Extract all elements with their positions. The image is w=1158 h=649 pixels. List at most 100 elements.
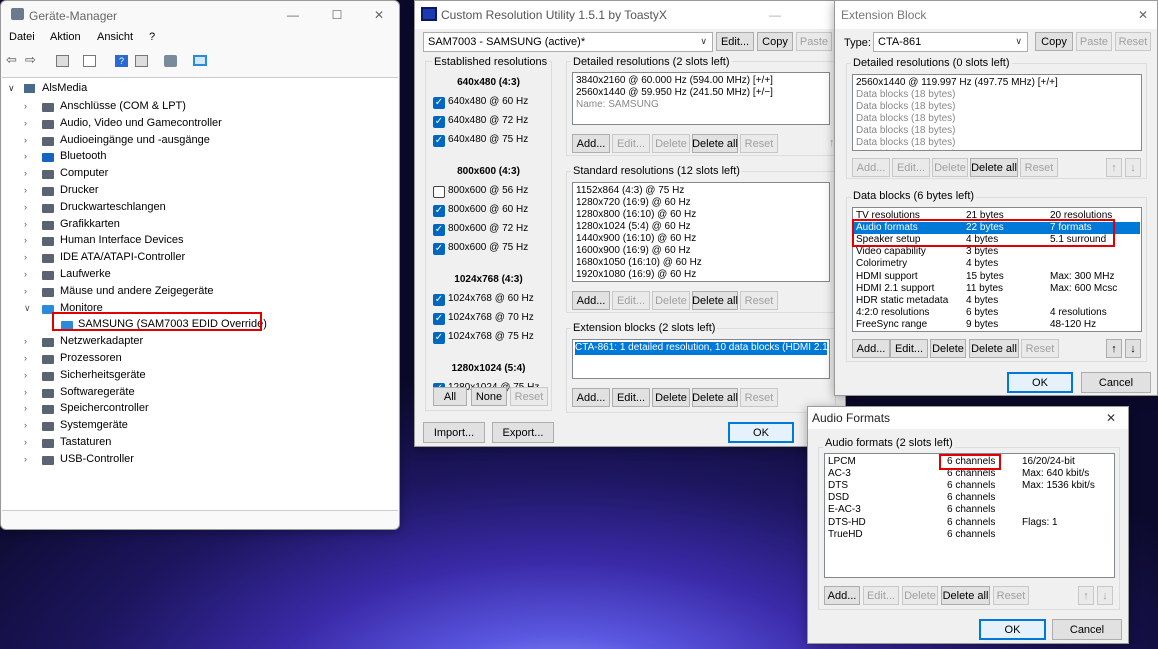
- delete-detailed-button[interactable]: Delete: [652, 134, 690, 153]
- standard-list[interactable]: 1152x864 (4:3) @ 75 Hz 1280x720 (16:9) @ …: [572, 182, 830, 282]
- move-down-button[interactable]: ↓: [1097, 586, 1113, 605]
- edit-monitor-button[interactable]: Edit...: [716, 32, 754, 51]
- audio-format-row[interactable]: E-AC-3 6 channels: [828, 504, 1111, 516]
- data-block-row[interactable]: FreeSync range 9 bytes 48-120 Hz: [854, 319, 1140, 331]
- tree-item[interactable]: Prozessoren: [60, 352, 122, 364]
- tree-item[interactable]: Audio, Video und Gamecontroller: [60, 117, 222, 129]
- list-item[interactable]: Data blocks (18 bytes): [856, 113, 1138, 125]
- edit-audio-button[interactable]: Edit...: [863, 586, 899, 605]
- tree-item[interactable]: Druckwarteschlangen: [60, 201, 166, 213]
- scan-icon[interactable]: [164, 55, 177, 67]
- checkbox[interactable]: ✓: [433, 224, 445, 236]
- delete-detailed-button[interactable]: Delete: [932, 158, 968, 177]
- properties-icon[interactable]: [56, 55, 69, 67]
- title-bar[interactable]: Audio Formats ✕: [808, 407, 1128, 429]
- tree-chevron-icon[interactable]: ›: [24, 235, 27, 245]
- delete-data-block-button[interactable]: Delete: [930, 339, 966, 358]
- tree-chevron-icon[interactable]: ›: [24, 118, 27, 128]
- ok-button[interactable]: OK: [728, 422, 794, 443]
- menu-datei[interactable]: Datei: [9, 31, 35, 43]
- tree-chevron-icon[interactable]: ›: [24, 185, 27, 195]
- tree-item[interactable]: USB-Controller: [60, 453, 134, 465]
- copy-button[interactable]: Copy: [1035, 32, 1073, 51]
- tree-expand-chevron-icon[interactable]: ∨: [8, 83, 15, 94]
- data-block-row[interactable]: 4:2:0 resolutions 6 bytes 4 resolutions: [854, 307, 1140, 319]
- detailed-list[interactable]: 3840x2160 @ 60.000 Hz (594.00 MHz) [+/+]…: [572, 72, 830, 125]
- tree-chevron-icon[interactable]: ›: [24, 269, 27, 279]
- tree-item[interactable]: Bluetooth: [60, 150, 106, 162]
- checkbox[interactable]: ✓: [433, 135, 445, 147]
- maximize-button[interactable]: ☐: [317, 1, 357, 29]
- tree-item[interactable]: IDE ATA/ATAPI-Controller: [60, 251, 185, 263]
- help-icon[interactable]: ?: [115, 55, 128, 67]
- minimize-button[interactable]: —: [755, 1, 795, 29]
- menu-help[interactable]: ?: [149, 31, 155, 43]
- list-item[interactable]: Name: SAMSUNG: [576, 99, 826, 111]
- reset-detailed-button[interactable]: Reset: [740, 134, 778, 153]
- add-extension-button[interactable]: Add...: [572, 388, 610, 407]
- tree-chevron-icon[interactable]: ›: [24, 454, 27, 464]
- tree-item[interactable]: Computer: [60, 167, 108, 179]
- ok-button[interactable]: OK: [1007, 372, 1073, 393]
- edit-detailed-button[interactable]: Edit...: [612, 134, 650, 153]
- reset-extension-button[interactable]: Reset: [740, 388, 778, 407]
- checkbox[interactable]: ✓: [433, 97, 445, 109]
- audio-format-row[interactable]: DTS-HD 6 channels Flags: 1: [828, 517, 1111, 529]
- move-down-button[interactable]: ↓: [1125, 158, 1141, 177]
- data-block-row[interactable]: HDMI support 15 bytes Max: 300 MHz: [854, 271, 1140, 283]
- checkbox[interactable]: ✓: [433, 332, 445, 344]
- list-icon[interactable]: [83, 55, 96, 67]
- tree-item[interactable]: Human Interface Devices: [60, 234, 184, 246]
- reset-data-blocks-button[interactable]: Reset: [1021, 339, 1059, 358]
- tree-chevron-icon[interactable]: ∨: [24, 303, 31, 314]
- delete-all-data-blocks-button[interactable]: Delete all: [969, 339, 1019, 358]
- back-arrow-icon[interactable]: ⇦: [6, 52, 17, 68]
- tree-item[interactable]: Mäuse und andere Zeigegeräte: [60, 285, 214, 297]
- close-button[interactable]: ✕: [1096, 407, 1126, 429]
- checkbox[interactable]: ✓: [433, 313, 445, 325]
- all-button[interactable]: All: [433, 387, 467, 406]
- established-resolution[interactable]: 1024x768 @ 75 Hz: [448, 331, 534, 342]
- audio-format-row[interactable]: DTS 6 channels Max: 1536 kbit/s: [828, 480, 1111, 492]
- move-up-button[interactable]: ↑: [1106, 158, 1122, 177]
- list-item[interactable]: Data blocks (18 bytes): [856, 101, 1138, 113]
- none-button[interactable]: None: [471, 387, 507, 406]
- tree-item[interactable]: Tastaturen: [60, 436, 111, 448]
- list-item[interactable]: 1280x800 (16:10) @ 60 Hz: [576, 209, 826, 221]
- tree-chevron-icon[interactable]: ›: [24, 202, 27, 212]
- title-bar[interactable]: Geräte-Manager — ☐ ✕: [1, 1, 399, 29]
- tree-item[interactable]: Audioeingänge und -ausgänge: [60, 134, 210, 146]
- export-button[interactable]: Export...: [492, 422, 554, 443]
- list-item[interactable]: 1280x720 (16:9) @ 60 Hz: [576, 197, 826, 209]
- list-item[interactable]: 2560x1440 @ 119.997 Hz (497.75 MHz) [+/+…: [856, 77, 1138, 89]
- reset-established-button[interactable]: Reset: [510, 387, 548, 406]
- tree-chevron-icon[interactable]: ›: [24, 219, 27, 229]
- tree-chevron-icon[interactable]: ›: [24, 135, 27, 145]
- paste-button[interactable]: Paste: [796, 32, 832, 51]
- monitor-select[interactable]: SAM7003 - SAMSUNG (active)* ∨: [423, 32, 713, 52]
- tree-item[interactable]: Netzwerkadapter: [60, 335, 143, 347]
- cancel-button[interactable]: Cancel: [1081, 372, 1151, 393]
- list-item[interactable]: 1680x1050 (16:10) @ 60 Hz: [576, 257, 826, 269]
- close-button[interactable]: ✕: [1123, 1, 1158, 29]
- data-block-row[interactable]: Video capability 3 bytes: [854, 246, 1140, 258]
- close-button[interactable]: ✕: [359, 1, 399, 29]
- import-button[interactable]: Import...: [423, 422, 485, 443]
- tree-chevron-icon[interactable]: ›: [24, 370, 27, 380]
- tree-item[interactable]: Speichercontroller: [60, 402, 149, 414]
- established-resolution[interactable]: 800x600 @ 60 Hz: [448, 204, 528, 215]
- established-resolution[interactable]: 800x600 @ 72 Hz: [448, 223, 528, 234]
- delete-all-detailed-button[interactable]: Delete all: [970, 158, 1018, 177]
- add-standard-button[interactable]: Add...: [572, 291, 610, 310]
- tree-chevron-icon[interactable]: ›: [24, 353, 27, 363]
- view-icon[interactable]: [135, 55, 148, 67]
- ok-button[interactable]: OK: [979, 619, 1046, 640]
- tree-root[interactable]: AlsMedia: [42, 82, 87, 94]
- list-item[interactable]: Data blocks (12 bytes): [856, 149, 1138, 150]
- edit-data-block-button[interactable]: Edit...: [890, 339, 928, 358]
- tree-item[interactable]: Drucker: [60, 184, 99, 196]
- add-data-block-button[interactable]: Add...: [852, 339, 890, 358]
- move-up-button[interactable]: ↑: [1106, 339, 1122, 358]
- reset-button[interactable]: Reset: [1115, 32, 1151, 51]
- tree-chevron-icon[interactable]: ›: [24, 101, 27, 111]
